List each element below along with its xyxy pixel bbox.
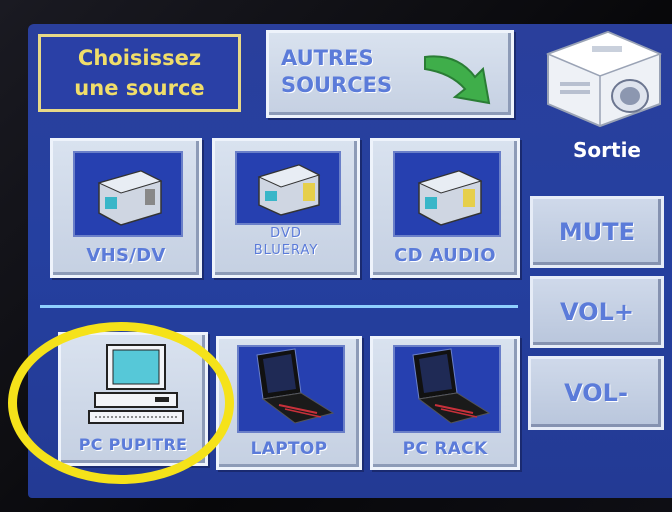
cassette-deck-icon: [257, 164, 321, 216]
source-icon-frame: [237, 345, 345, 433]
source-icon-frame: [393, 345, 501, 433]
source-icon-frame: [235, 151, 341, 225]
other-sources-line-2: SOURCES: [281, 73, 393, 97]
section-divider: [40, 305, 518, 308]
source-label: DVD BLUERAY: [215, 225, 357, 259]
volume-up-button[interactable]: VOL+: [530, 276, 664, 348]
green-arrow-icon: [424, 55, 491, 105]
laptop-icon: [412, 348, 491, 424]
highlight-circle: [8, 322, 234, 484]
title-line-1: Choisissez: [77, 46, 202, 70]
cassette-deck-icon: [97, 170, 163, 226]
choose-source-title: Choisissez une source: [38, 34, 241, 112]
source-label-line-2: BLUERAY: [253, 243, 319, 258]
output-label: Sortie: [573, 138, 641, 162]
volume-down-button[interactable]: VOL-: [528, 356, 664, 430]
other-sources-line-1: AUTRES: [281, 46, 374, 70]
source-label: CD AUDIO: [394, 245, 496, 266]
cassette-deck-icon: [417, 170, 483, 226]
source-label-line-1: DVD: [270, 226, 302, 241]
mute-button[interactable]: MUTE: [530, 196, 664, 268]
projector-output[interactable]: [538, 24, 668, 132]
source-pc-rack-button[interactable]: PC RACK: [370, 336, 520, 470]
source-label: LAPTOP: [250, 439, 328, 459]
laptop-icon: [256, 348, 335, 424]
source-label: VHS/DV: [86, 245, 166, 266]
other-sources-label: AUTRES SOURCES: [281, 45, 392, 99]
source-icon-frame: [393, 151, 501, 237]
source-vhs-dv-button[interactable]: VHS/DV: [50, 138, 202, 278]
title-line-2: une source: [74, 76, 205, 100]
source-label: PC RACK: [402, 439, 488, 459]
other-sources-button[interactable]: AUTRES SOURCES: [266, 30, 514, 118]
source-dvd-bluray-button[interactable]: DVD BLUERAY: [212, 138, 360, 278]
projector-icon: [545, 30, 663, 128]
source-laptop-button[interactable]: LAPTOP: [216, 336, 362, 470]
source-cd-audio-button[interactable]: CD AUDIO: [370, 138, 520, 278]
source-icon-frame: [73, 151, 183, 237]
